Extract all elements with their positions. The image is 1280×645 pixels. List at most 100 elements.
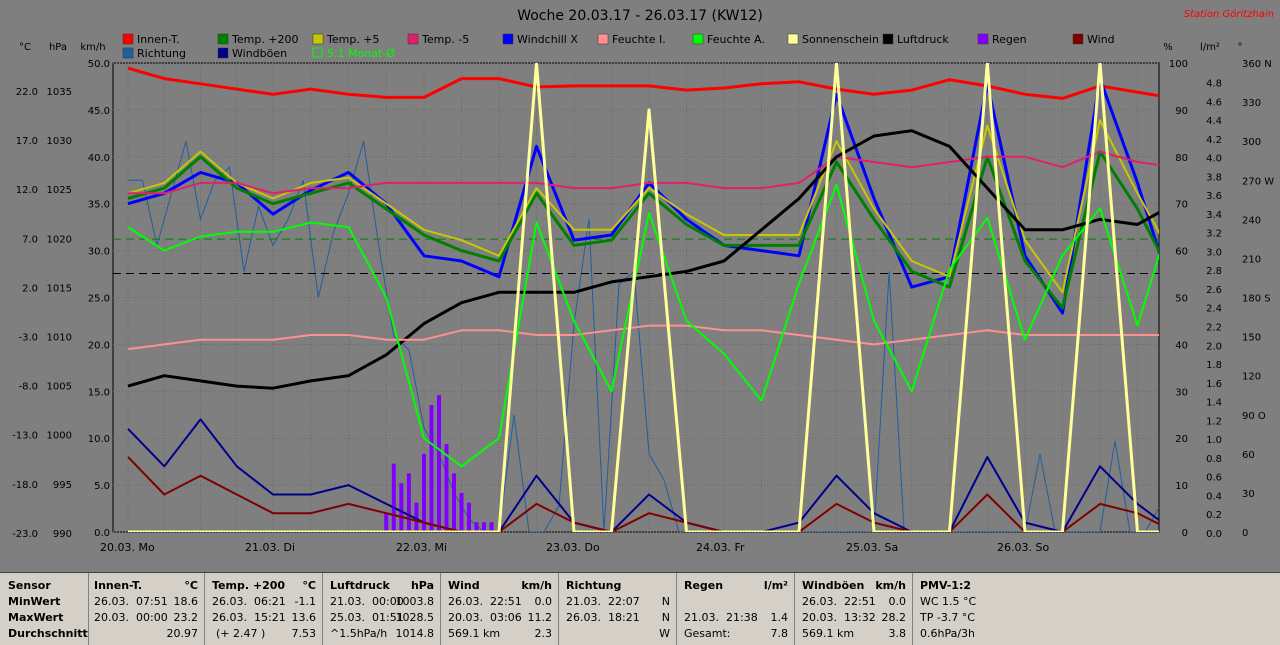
day-label: 20.03. Mo bbox=[100, 541, 155, 554]
rain-tick-label: 0.2 bbox=[1206, 510, 1222, 521]
day-label: 25.03. Sa bbox=[846, 541, 898, 554]
day-label: 21.03. Di bbox=[245, 541, 295, 554]
stats-wind-avg-note: 569.1 km bbox=[448, 627, 501, 640]
day-label: 24.03. Fr bbox=[696, 541, 745, 554]
pressure-tick-label: 995 bbox=[53, 480, 72, 491]
stats-richtung-max-date: 26.03. bbox=[566, 611, 601, 624]
stats-regen-total-value: 7.8 bbox=[770, 627, 789, 640]
stats-luftdruck-unit: hPa bbox=[410, 579, 434, 592]
rain-tick-label: 3.6 bbox=[1206, 191, 1222, 202]
humidity-tick-label: 80 bbox=[1175, 153, 1188, 164]
legend-label: Wind bbox=[1087, 33, 1115, 46]
temp-tick-label: 22.0 bbox=[16, 87, 38, 98]
stats-pmv-line3: 0.6hPa/3h bbox=[920, 627, 976, 640]
stats-pmv-title: PMV-1:2 bbox=[920, 579, 971, 592]
rain-tick-label: 0.6 bbox=[1206, 473, 1222, 484]
statistics-panel: Sensor MinWert MaxWert Durchschnitt Inne… bbox=[0, 572, 1280, 645]
humidity-tick-label: 60 bbox=[1175, 247, 1188, 258]
stats-temp200-unit: °C bbox=[302, 579, 316, 592]
pressure-tick-label: 1000 bbox=[47, 431, 72, 442]
stats-luftdruck-title: Luftdruck bbox=[330, 579, 390, 592]
legend-label: Innen-T. bbox=[137, 33, 180, 46]
stats-regen-unit: l/m² bbox=[763, 579, 788, 592]
humidity-tick-label: 20 bbox=[1175, 434, 1188, 445]
pressure-tick-label: 990 bbox=[53, 529, 72, 540]
rain-bar bbox=[437, 395, 441, 532]
stats-innen-title: Innen-T. bbox=[94, 579, 143, 592]
direction-tick-label: 60 bbox=[1242, 450, 1255, 461]
legend-swatch bbox=[407, 33, 419, 45]
rain-tick-label: 4.8 bbox=[1206, 79, 1222, 90]
day-label: 23.03. Do bbox=[546, 541, 600, 554]
rain-tick-label: 1.2 bbox=[1206, 416, 1222, 427]
legend-swatch bbox=[122, 47, 134, 59]
direction-unit-label: ° bbox=[1238, 42, 1243, 53]
humidity-tick-label: 10 bbox=[1175, 481, 1188, 492]
rain-tick-label: 0.8 bbox=[1206, 454, 1222, 465]
legend-label: Luftdruck bbox=[897, 33, 949, 46]
rain-tick-label: 1.8 bbox=[1206, 360, 1222, 371]
stats-wind-avg-value: 2.3 bbox=[534, 627, 553, 640]
legend-item-sonnenschein: Sonnenschein bbox=[787, 33, 879, 46]
stats-richtung-title: Richtung bbox=[566, 579, 622, 592]
stats-temp200-max-value: 13.6 bbox=[291, 611, 317, 624]
stats-luftdruck-avg-note: ^1.5hPa/h bbox=[330, 627, 388, 640]
stats-wind-max-time: 03:06 bbox=[490, 611, 522, 624]
temp-unit-label: °C bbox=[19, 42, 31, 53]
stats-avg-label: Durchschnitt bbox=[8, 627, 88, 640]
legend-swatch bbox=[1072, 33, 1084, 45]
rain-bar bbox=[429, 404, 434, 532]
stats-wind: Wind km/h 26.03. 22:51 0.0 20.03. 03:06 … bbox=[440, 573, 559, 645]
stats-wind-max-date: 20.03. bbox=[448, 611, 483, 624]
direction-tick-label: 180 S bbox=[1242, 294, 1271, 305]
stats-temp200-avg-note: (+ 2.47 ) bbox=[216, 627, 266, 640]
wind-tick-label: 25.0 bbox=[88, 294, 110, 305]
stats-luftdruck-min-value: 1003.8 bbox=[395, 595, 435, 608]
stats-temp200-min-value: -1.1 bbox=[294, 595, 316, 608]
rain-tick-label: 4.6 bbox=[1206, 97, 1222, 108]
temp-tick-label: 7.0 bbox=[22, 234, 38, 245]
legend-swatch bbox=[597, 33, 609, 45]
stats-richtung-max-value: N bbox=[661, 611, 670, 624]
stats-richtung-max-time: 18:21 bbox=[608, 611, 640, 624]
rain-bar bbox=[422, 453, 426, 532]
rain-unit-label: l/m² bbox=[1200, 42, 1220, 53]
direction-tick-label: 150 bbox=[1242, 333, 1261, 344]
rain-bar bbox=[467, 502, 471, 532]
pressure-tick-label: 1010 bbox=[47, 333, 72, 344]
rain-bar bbox=[459, 492, 464, 532]
legend-label: Temp. +5 bbox=[326, 33, 380, 46]
stats-boeen-title: Windböen bbox=[802, 579, 865, 592]
rain-tick-label: 2.0 bbox=[1206, 341, 1222, 352]
direction-tick-label: 240 bbox=[1242, 215, 1261, 226]
stats-innen-max-date: 20.03. bbox=[94, 611, 129, 624]
legend-label: Temp. -5 bbox=[421, 33, 469, 46]
legend-label: Feuchte I. bbox=[612, 33, 666, 46]
stats-regen-title: Regen bbox=[684, 579, 724, 592]
legend-label: Sonnenschein bbox=[802, 33, 879, 46]
legend-label: Feuchte A. bbox=[707, 33, 765, 46]
stats-wind-min-value: 0.0 bbox=[534, 595, 553, 608]
stats-min-label: MinWert bbox=[8, 595, 61, 608]
stats-richtung: Richtung 21.03. 22:07 N 26.03. 18:21 N W bbox=[558, 573, 677, 645]
stats-wind-unit: km/h bbox=[521, 579, 552, 592]
rain-tick-label: 0.4 bbox=[1206, 491, 1222, 502]
temp-tick-label: -3.0 bbox=[18, 333, 38, 344]
wind-tick-label: 50.0 bbox=[88, 59, 110, 70]
temp-tick-label: -23.0 bbox=[12, 529, 38, 540]
legend-item-temp-5: Temp. -5 bbox=[407, 33, 469, 46]
stats-innen-avg-value: 20.97 bbox=[166, 627, 199, 640]
stats-boeen-min-value: 0.0 bbox=[888, 595, 907, 608]
wind-tick-label: 20.0 bbox=[88, 340, 110, 351]
rain-tick-label: 3.0 bbox=[1206, 247, 1222, 258]
temp-tick-label: -18.0 bbox=[12, 480, 38, 491]
humidity-tick-label: 0 bbox=[1182, 528, 1188, 539]
stats-luftdruck: Luftdruck hPa 21.03. 00:00 1003.8 25.03.… bbox=[322, 573, 441, 645]
legend-item-regen: Regen bbox=[977, 33, 1027, 46]
stats-boeen-max-value: 28.2 bbox=[881, 611, 907, 624]
stats-max-label: MaxWert bbox=[8, 611, 64, 624]
wind-tick-label: 5.0 bbox=[94, 481, 110, 492]
pressure-tick-label: 1015 bbox=[47, 283, 72, 294]
direction-tick-label: 90 O bbox=[1242, 411, 1266, 422]
pressure-unit-label: hPa bbox=[49, 42, 67, 53]
